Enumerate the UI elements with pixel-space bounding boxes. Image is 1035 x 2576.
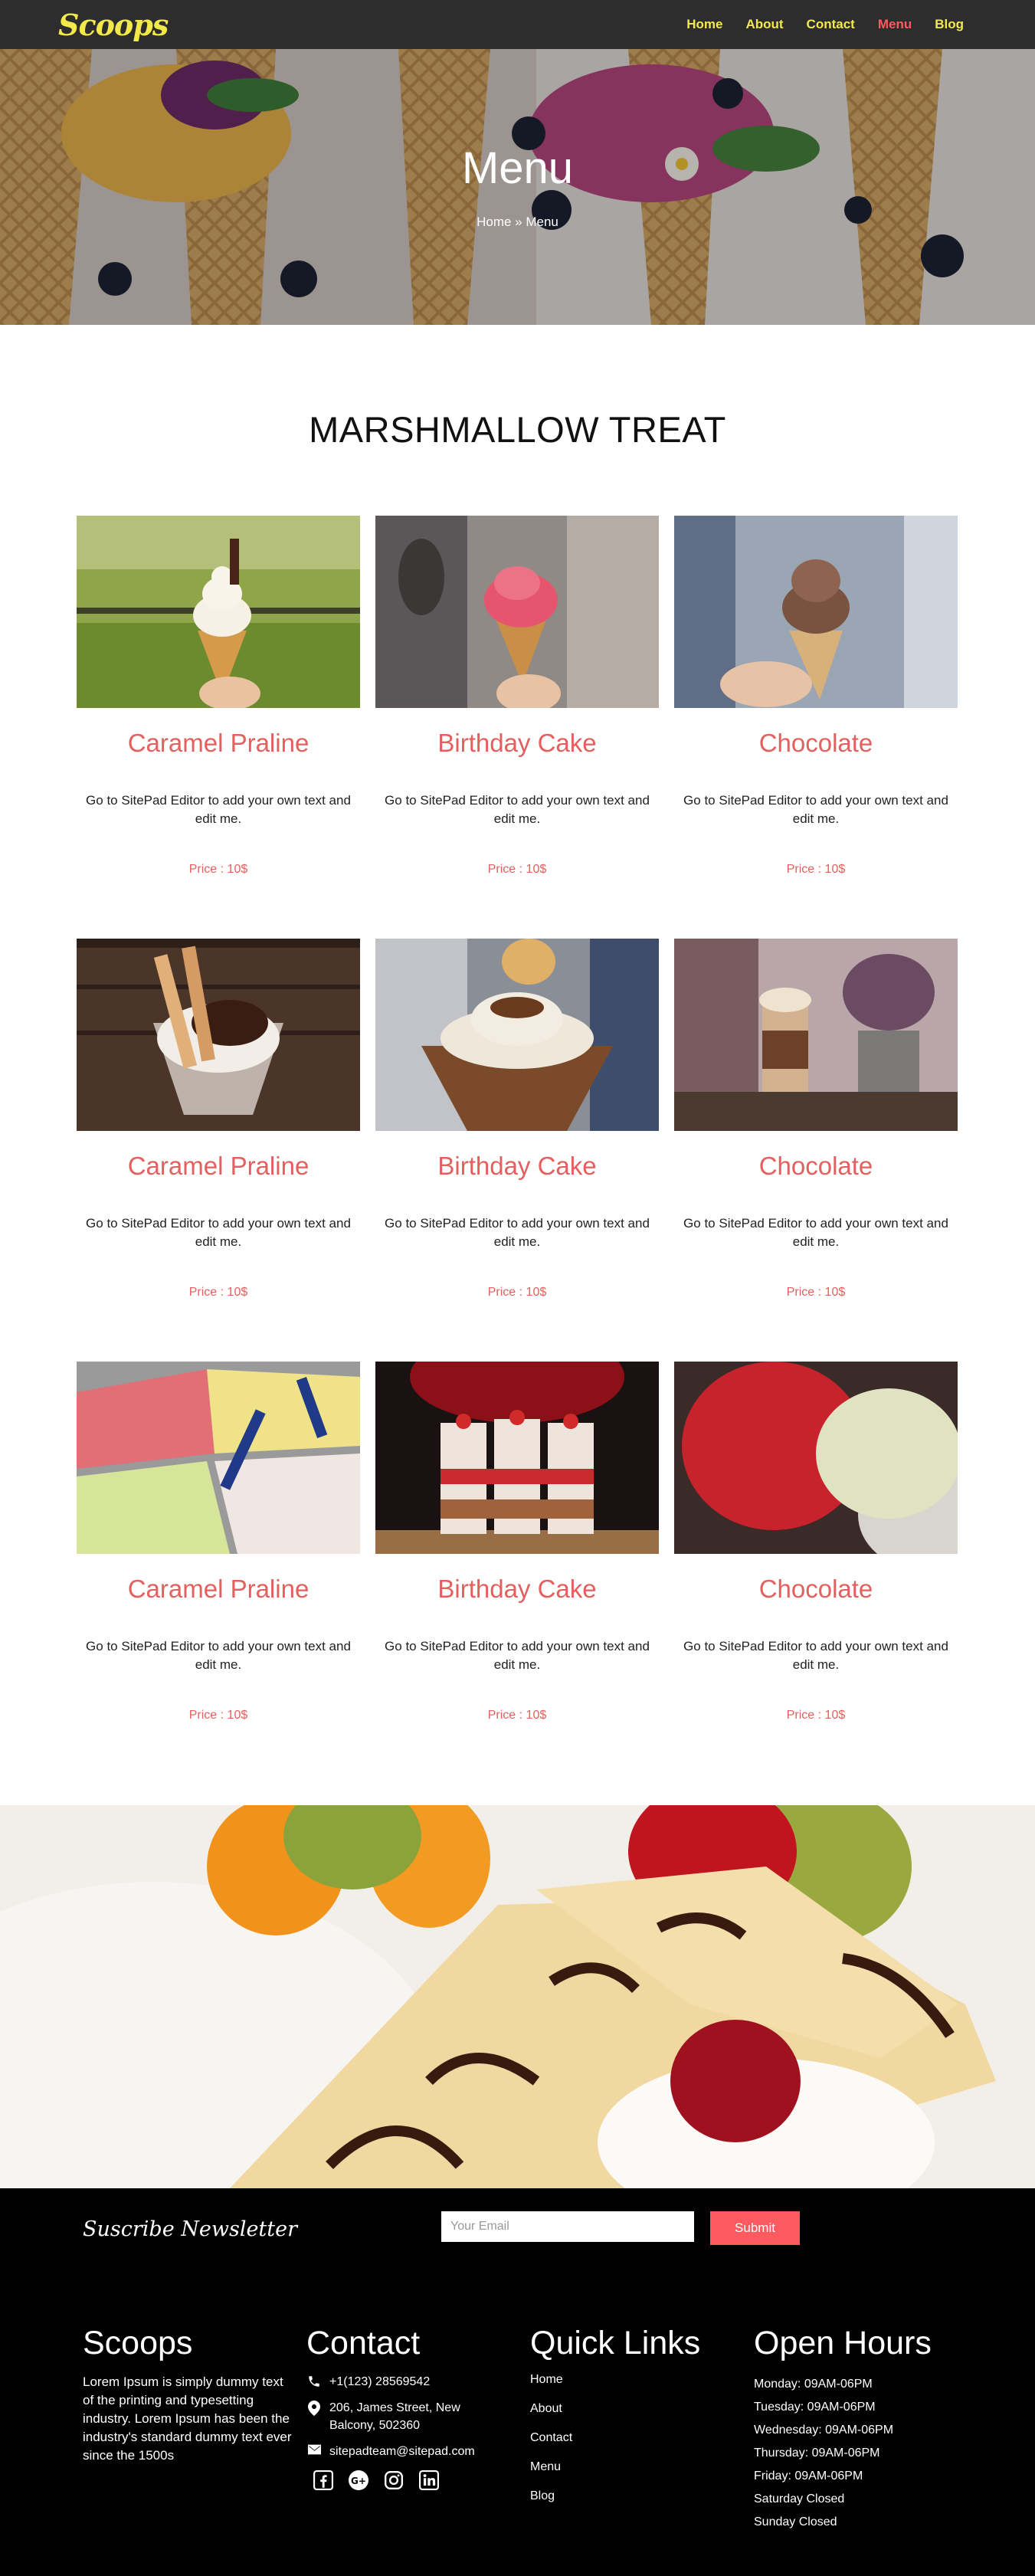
- product-image[interactable]: [77, 516, 360, 708]
- footer-open-hours: Open Hours Monday: 09AM-06PM Tuesday: 09…: [754, 2325, 932, 2534]
- product-price: Price : 10$: [487, 1709, 547, 1722]
- hours-item: Tuesday: 09AM-06PM: [754, 2401, 876, 2414]
- product-price: Price : 10$: [487, 863, 547, 876]
- phone-icon: [306, 2373, 322, 2388]
- site-logo[interactable]: Scoops: [58, 8, 169, 42]
- contact-email[interactable]: sitepadteam@sitepad.com: [306, 2443, 490, 2460]
- footer-link-home[interactable]: Home: [530, 2373, 700, 2387]
- product-description: Go to SitePad Editor to add your own tex…: [86, 1216, 351, 1249]
- product-name: Caramel Praline: [127, 729, 310, 757]
- product-card[interactable]: Chocolate Go to SitePad Editor to add yo…: [674, 516, 958, 914]
- nav-item-home[interactable]: Home: [686, 17, 722, 32]
- contact-address-text: 206, James Street, New Balcony, 502360: [329, 2401, 460, 2432]
- instagram-icon[interactable]: [383, 2469, 405, 2491]
- contact-phone-text: +1(123) 28569542: [329, 2375, 431, 2388]
- google-plus-icon[interactable]: G+: [348, 2469, 369, 2491]
- product-name: Caramel Praline: [127, 1152, 310, 1180]
- footer-about-title: Scoops: [83, 2325, 193, 2361]
- product-image[interactable]: [77, 939, 360, 1131]
- product-price: Price : 10$: [786, 1709, 846, 1722]
- product-description: Go to SitePad Editor to add your own tex…: [86, 1639, 351, 1672]
- product-card[interactable]: Caramel Praline Go to SitePad Editor to …: [77, 1362, 360, 1760]
- footer-hours-title: Open Hours: [754, 2325, 932, 2361]
- product-name: Birthday Cake: [437, 1152, 597, 1180]
- product-card[interactable]: Caramel Praline Go to SitePad Editor to …: [77, 939, 360, 1337]
- footer-contact-title: Contact: [306, 2325, 421, 2361]
- hours-item: Wednesday: 09AM-06PM: [754, 2424, 894, 2437]
- footer-links-title: Quick Links: [530, 2325, 701, 2361]
- footer-link-contact[interactable]: Contact: [530, 2431, 700, 2445]
- footer-link-about[interactable]: About: [530, 2402, 700, 2416]
- product-description: Go to SitePad Editor to add your own tex…: [385, 1216, 650, 1249]
- contact-phone[interactable]: +1(123) 28569542: [306, 2373, 490, 2391]
- page-title: Menu: [461, 143, 574, 193]
- contact-email-text: sitepadteam@sitepad.com: [329, 2445, 475, 2458]
- product-description: Go to SitePad Editor to add your own tex…: [86, 793, 351, 826]
- product-name: Chocolate: [758, 1152, 873, 1180]
- svg-text:G+: G+: [351, 2476, 366, 2486]
- nav-item-blog[interactable]: Blog: [935, 17, 964, 32]
- hours-item: Monday: 09AM-06PM: [754, 2378, 873, 2391]
- newsletter-submit-button[interactable]: Submit: [710, 2211, 800, 2245]
- linkedin-icon[interactable]: [418, 2469, 440, 2491]
- main-nav: Home About Contact Menu Blog: [686, 17, 964, 32]
- newsletter-email-input[interactable]: [441, 2211, 694, 2242]
- product-name: Chocolate: [758, 1575, 873, 1603]
- facebook-icon[interactable]: [313, 2469, 334, 2491]
- nav-item-about[interactable]: About: [745, 17, 783, 32]
- top-navbar: Scoops Home About Contact Menu Blog: [0, 0, 1035, 49]
- footer-link-menu[interactable]: Menu: [530, 2460, 700, 2474]
- product-card[interactable]: Caramel Praline Go to SitePad Editor to …: [77, 516, 360, 914]
- nav-item-menu[interactable]: Menu: [878, 17, 912, 32]
- product-price: Price : 10$: [786, 1286, 846, 1299]
- product-image[interactable]: [674, 516, 958, 708]
- product-card[interactable]: Birthday Cake Go to SitePad Editor to ad…: [375, 939, 659, 1337]
- dessert-banner-image: [0, 1805, 1035, 2188]
- product-description: Go to SitePad Editor to add your own tex…: [385, 793, 650, 826]
- nav-item-contact[interactable]: Contact: [807, 17, 855, 32]
- newsletter-title: Suscribe Newsletter: [83, 2217, 298, 2241]
- product-price: Price : 10$: [786, 863, 846, 876]
- contact-address: 206, James Street, New Balcony, 502360: [306, 2399, 490, 2434]
- product-name: Chocolate: [758, 729, 873, 757]
- product-name: Birthday Cake: [437, 1575, 597, 1603]
- footer-quick-links: Quick Links Home About Contact Menu Blog: [530, 2325, 700, 2519]
- product-image[interactable]: [674, 1362, 958, 1554]
- hours-item: Sunday Closed: [754, 2515, 837, 2528]
- footer-contact: Contact +1(123) 28569542 206, James Stre…: [306, 2325, 490, 2491]
- product-image[interactable]: [375, 939, 659, 1131]
- product-image[interactable]: [77, 1362, 360, 1554]
- product-image[interactable]: [375, 1362, 659, 1554]
- section-title: MARSHMALLOW TREAT: [309, 409, 726, 450]
- social-links: G+: [306, 2469, 490, 2491]
- product-name: Caramel Praline: [127, 1575, 310, 1603]
- site-footer: Suscribe Newsletter Submit Scoops Lorem …: [0, 2188, 1035, 2576]
- product-card[interactable]: Birthday Cake Go to SitePad Editor to ad…: [375, 516, 659, 914]
- product-description: Go to SitePad Editor to add your own tex…: [385, 1639, 650, 1672]
- footer-about-text: Lorem Ipsum is simply dummy text of the …: [83, 2374, 292, 2463]
- product-description: Go to SitePad Editor to add your own tex…: [683, 1216, 948, 1249]
- hero-banner: Menu Home » Menu: [0, 49, 1035, 325]
- breadcrumb[interactable]: Home » Menu: [0, 215, 1035, 230]
- envelope-icon: [306, 2443, 322, 2455]
- hours-item: Saturday Closed: [754, 2492, 845, 2506]
- product-price: Price : 10$: [188, 863, 248, 876]
- product-image[interactable]: [375, 516, 659, 708]
- product-price: Price : 10$: [487, 1286, 547, 1299]
- product-name: Birthday Cake: [437, 729, 597, 757]
- footer-link-blog[interactable]: Blog: [530, 2489, 700, 2503]
- footer-about: Scoops Lorem Ipsum is simply dummy text …: [83, 2325, 297, 2465]
- map-pin-icon: [306, 2399, 322, 2416]
- product-card[interactable]: Chocolate Go to SitePad Editor to add yo…: [674, 1362, 958, 1760]
- product-description: Go to SitePad Editor to add your own tex…: [683, 793, 948, 826]
- product-description: Go to SitePad Editor to add your own tex…: [683, 1639, 948, 1672]
- hours-item: Thursday: 09AM-06PM: [754, 2447, 880, 2460]
- product-card[interactable]: Chocolate Go to SitePad Editor to add yo…: [674, 939, 958, 1337]
- product-image[interactable]: [674, 939, 958, 1131]
- hours-item: Friday: 09AM-06PM: [754, 2469, 863, 2483]
- product-price: Price : 10$: [188, 1709, 248, 1722]
- product-card[interactable]: Birthday Cake Go to SitePad Editor to ad…: [375, 1362, 659, 1760]
- product-price: Price : 10$: [188, 1286, 248, 1299]
